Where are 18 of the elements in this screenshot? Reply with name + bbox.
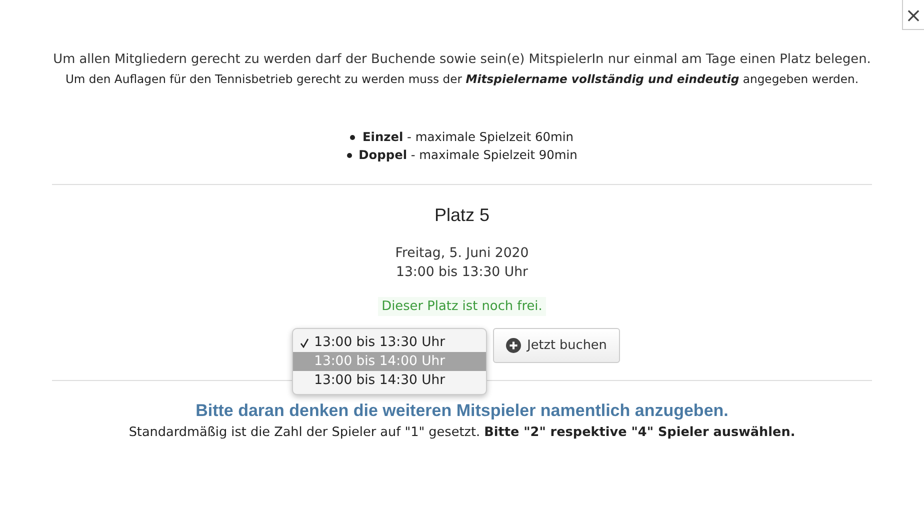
intro-text: Um allen Mitgliedern gerecht zu werden darf der Buchende sowie sein(e) MitspielerIn nur einmal am Tage einen Platz belegen. bbox=[53, 52, 871, 67]
close-button[interactable]: × bbox=[902, 0, 924, 30]
book-button[interactable]: Jetzt buchen bbox=[493, 328, 620, 363]
court-title: Platz 5 bbox=[434, 205, 490, 226]
status-message: Dieser Platz ist noch frei. bbox=[378, 297, 546, 316]
checkmark-icon bbox=[300, 338, 310, 348]
rule-item: Doppel - maximale Spielzeit 90min bbox=[358, 148, 578, 162]
intro-text: Um den Auflagen für den Tennisbetrieb gerecht zu werden muss der Mitspielername vollständig und eindeutig angegeben werden. bbox=[65, 72, 859, 86]
bullet-icon bbox=[350, 134, 356, 140]
booking-date: Freitag, 5. Juni 2020 bbox=[395, 246, 529, 261]
dropdown-option[interactable]: 13:00 bis 14:30 Uhr bbox=[293, 371, 486, 390]
reminder-heading: Bitte daran denken die weiteren Mitspieler namentlich anzugeben. bbox=[196, 401, 728, 421]
booking-time: 13:00 bis 13:30 Uhr bbox=[396, 265, 528, 280]
reminder-text: Standardmäßig ist die Zahl der Spieler auf "1" gesetzt. Bitte "2" respektive "4" Spieler auswählen. bbox=[128, 425, 796, 440]
bullet-icon bbox=[346, 152, 352, 158]
plus-icon bbox=[506, 338, 522, 353]
rule-item: Einzel - maximale Spielzeit 60min bbox=[362, 130, 574, 144]
dropdown-option[interactable]: 13:00 bis 13:30 Uhr bbox=[293, 333, 486, 352]
